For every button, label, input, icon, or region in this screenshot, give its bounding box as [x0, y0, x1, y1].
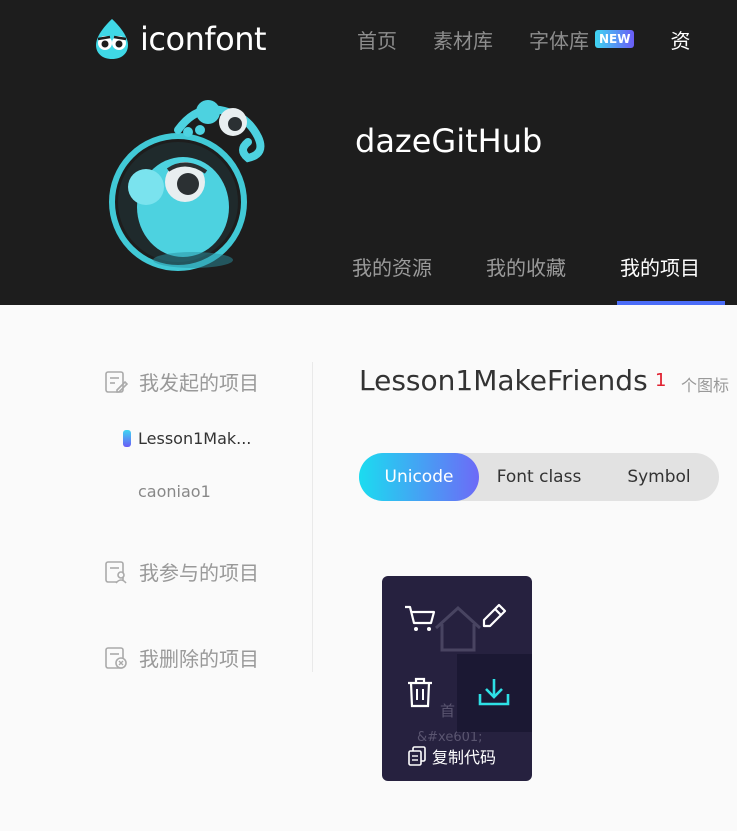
icon-count: 1: [655, 370, 667, 391]
nav-item-fonts-label: 字体库: [529, 28, 589, 53]
active-project-indicator: [123, 430, 131, 447]
code-type-switch: Unicode Font class Symbol: [359, 453, 719, 501]
tab-my-favorites[interactable]: 我的收藏: [486, 252, 566, 281]
tab-my-resources[interactable]: 我的资源: [352, 252, 432, 281]
icon-code: &#xe601;: [417, 730, 483, 745]
sidebar-project-lesson1[interactable]: Lesson1Mak...: [138, 429, 251, 448]
new-badge: NEW: [595, 30, 635, 48]
logo-text: iconfont: [140, 20, 267, 58]
project-title: Lesson1MakeFriends: [359, 364, 648, 397]
logo-mascot-icon: [96, 19, 128, 59]
icon-count-label: 个图标: [681, 376, 730, 395]
download-button[interactable]: [457, 654, 532, 732]
tab-font-class[interactable]: Font class: [479, 453, 599, 501]
delete-icon-button[interactable]: [400, 672, 440, 712]
deleted-projects-header[interactable]: 我删除的项目: [103, 643, 259, 672]
edit-doc-icon: [105, 370, 129, 393]
tab-unicode[interactable]: Unicode: [359, 453, 479, 501]
add-to-cart-button[interactable]: [400, 598, 440, 638]
cart-icon: [405, 605, 436, 631]
nav-item-fonts[interactable]: 字体库 NEW: [529, 25, 635, 54]
top-header: iconfont 首页 素材库 字体库 NEW 资 dazeGitHub 我的资…: [0, 0, 737, 305]
nav-item-home[interactable]: 首页: [357, 25, 397, 54]
edit-icon: [482, 603, 507, 628]
deleted-projects-label: 我删除的项目: [139, 647, 259, 671]
tab-symbol[interactable]: Symbol: [599, 453, 719, 501]
download-icon: [478, 679, 510, 706]
edit-icon-button[interactable]: [474, 596, 514, 636]
iconfont-logo[interactable]: iconfont: [90, 14, 267, 64]
profile-tabs: 我的资源 我的收藏 我的项目: [352, 252, 737, 281]
main-nav: 首页 素材库 字体库 NEW 资: [357, 24, 690, 54]
username: dazeGitHub: [355, 122, 543, 160]
trash-icon: [408, 677, 432, 708]
sidebar-project-caoniao1[interactable]: caoniao1: [138, 482, 211, 501]
icon-name: 首: [440, 702, 456, 720]
deleted-doc-icon: [105, 646, 127, 669]
project-sidebar: 我发起的项目 Lesson1Mak... caoniao1 我参与的项目 我删除…: [103, 362, 313, 672]
copy-code-label: 复制代码: [432, 748, 497, 767]
copy-icon: [408, 746, 426, 766]
user-doc-icon: [105, 560, 127, 584]
participated-projects-header[interactable]: 我参与的项目: [103, 557, 259, 586]
initiated-projects-header[interactable]: 我发起的项目: [103, 367, 259, 396]
user-avatar[interactable]: [108, 92, 273, 272]
nav-item-resources[interactable]: 资: [670, 25, 690, 54]
nav-item-materials[interactable]: 素材库: [433, 25, 493, 54]
active-tab-underline: [617, 301, 725, 305]
initiated-projects-label: 我发起的项目: [139, 371, 259, 395]
icon-card[interactable]: 首 &#xe601; 复制代码: [382, 576, 532, 781]
participated-projects-label: 我参与的项目: [139, 561, 259, 585]
tab-my-projects[interactable]: 我的项目: [620, 252, 700, 281]
copy-code-button[interactable]: 复制代码: [408, 744, 496, 768]
